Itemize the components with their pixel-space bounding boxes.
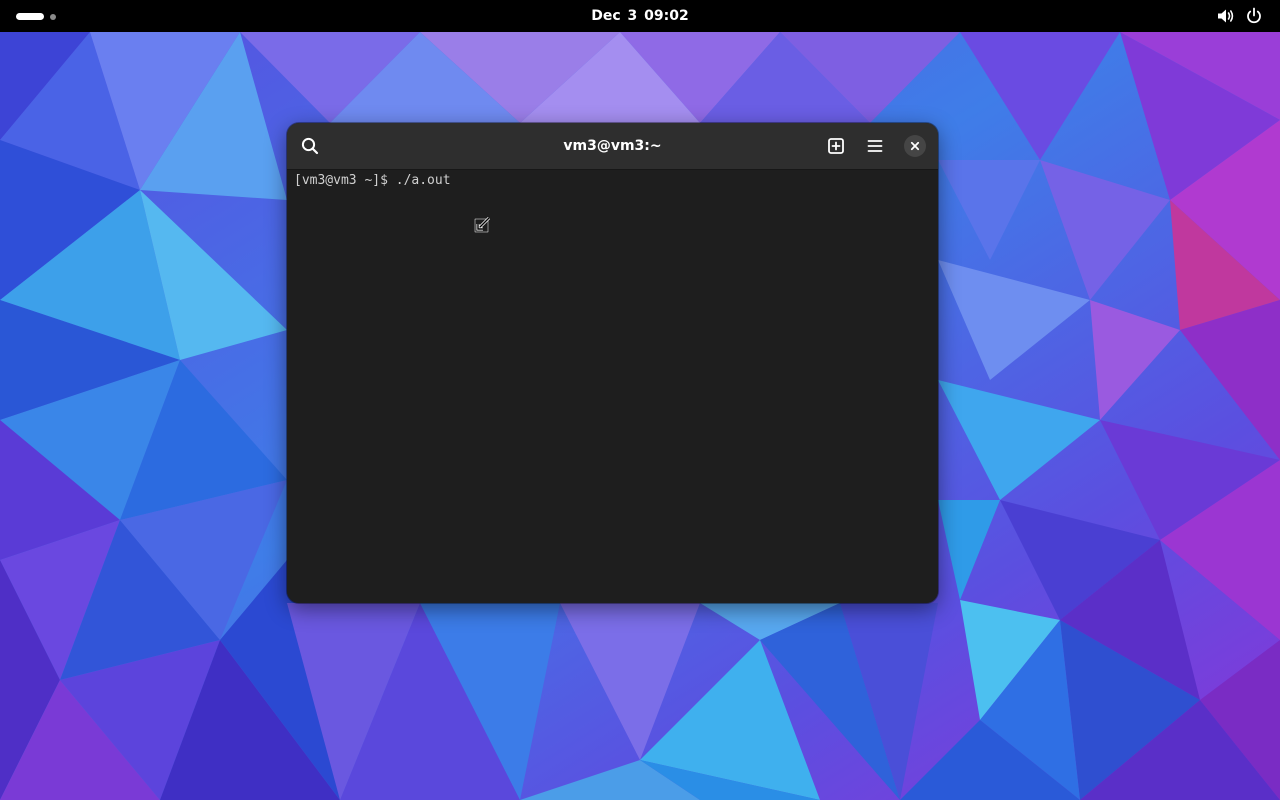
search-button[interactable] — [293, 129, 327, 163]
clock-date: Dec 3 — [591, 8, 638, 24]
workspace-indicator-active — [16, 13, 44, 20]
window-title: vm3@vm3:~ — [563, 138, 662, 154]
power-icon[interactable] — [1244, 6, 1264, 26]
desktop: Dec 3 09:02 vm3@vm3:~ [vm3@vm3 ~]$ ./a.o… — [0, 0, 1280, 800]
mouse-cursor-icon — [474, 216, 491, 233]
clock-time: 09:02 — [644, 8, 689, 24]
terminal-window[interactable]: vm3@vm3:~ [vm3@vm3 ~]$ ./a.out — [287, 123, 938, 603]
clock[interactable]: Dec 3 09:02 — [540, 0, 740, 32]
close-icon — [910, 141, 920, 151]
terminal-line: [vm3@vm3 ~]$ ./a.out — [294, 172, 451, 190]
terminal-headerbar[interactable]: vm3@vm3:~ — [287, 123, 938, 170]
terminal-command: ./a.out — [395, 173, 451, 188]
hamburger-menu-icon — [867, 140, 883, 152]
workspace-indicator-inactive — [50, 14, 56, 20]
main-menu-button[interactable] — [858, 129, 892, 163]
volume-icon[interactable] — [1216, 6, 1236, 26]
activities-button[interactable] — [10, 6, 64, 26]
top-bar: Dec 3 09:02 — [0, 0, 1280, 32]
terminal-output[interactable]: [vm3@vm3 ~]$ ./a.out — [287, 170, 938, 603]
terminal-prompt: [vm3@vm3 ~]$ — [294, 173, 396, 188]
close-button[interactable] — [904, 135, 926, 157]
new-tab-button[interactable] — [819, 129, 853, 163]
new-tab-icon — [828, 138, 844, 154]
search-icon — [301, 137, 319, 155]
